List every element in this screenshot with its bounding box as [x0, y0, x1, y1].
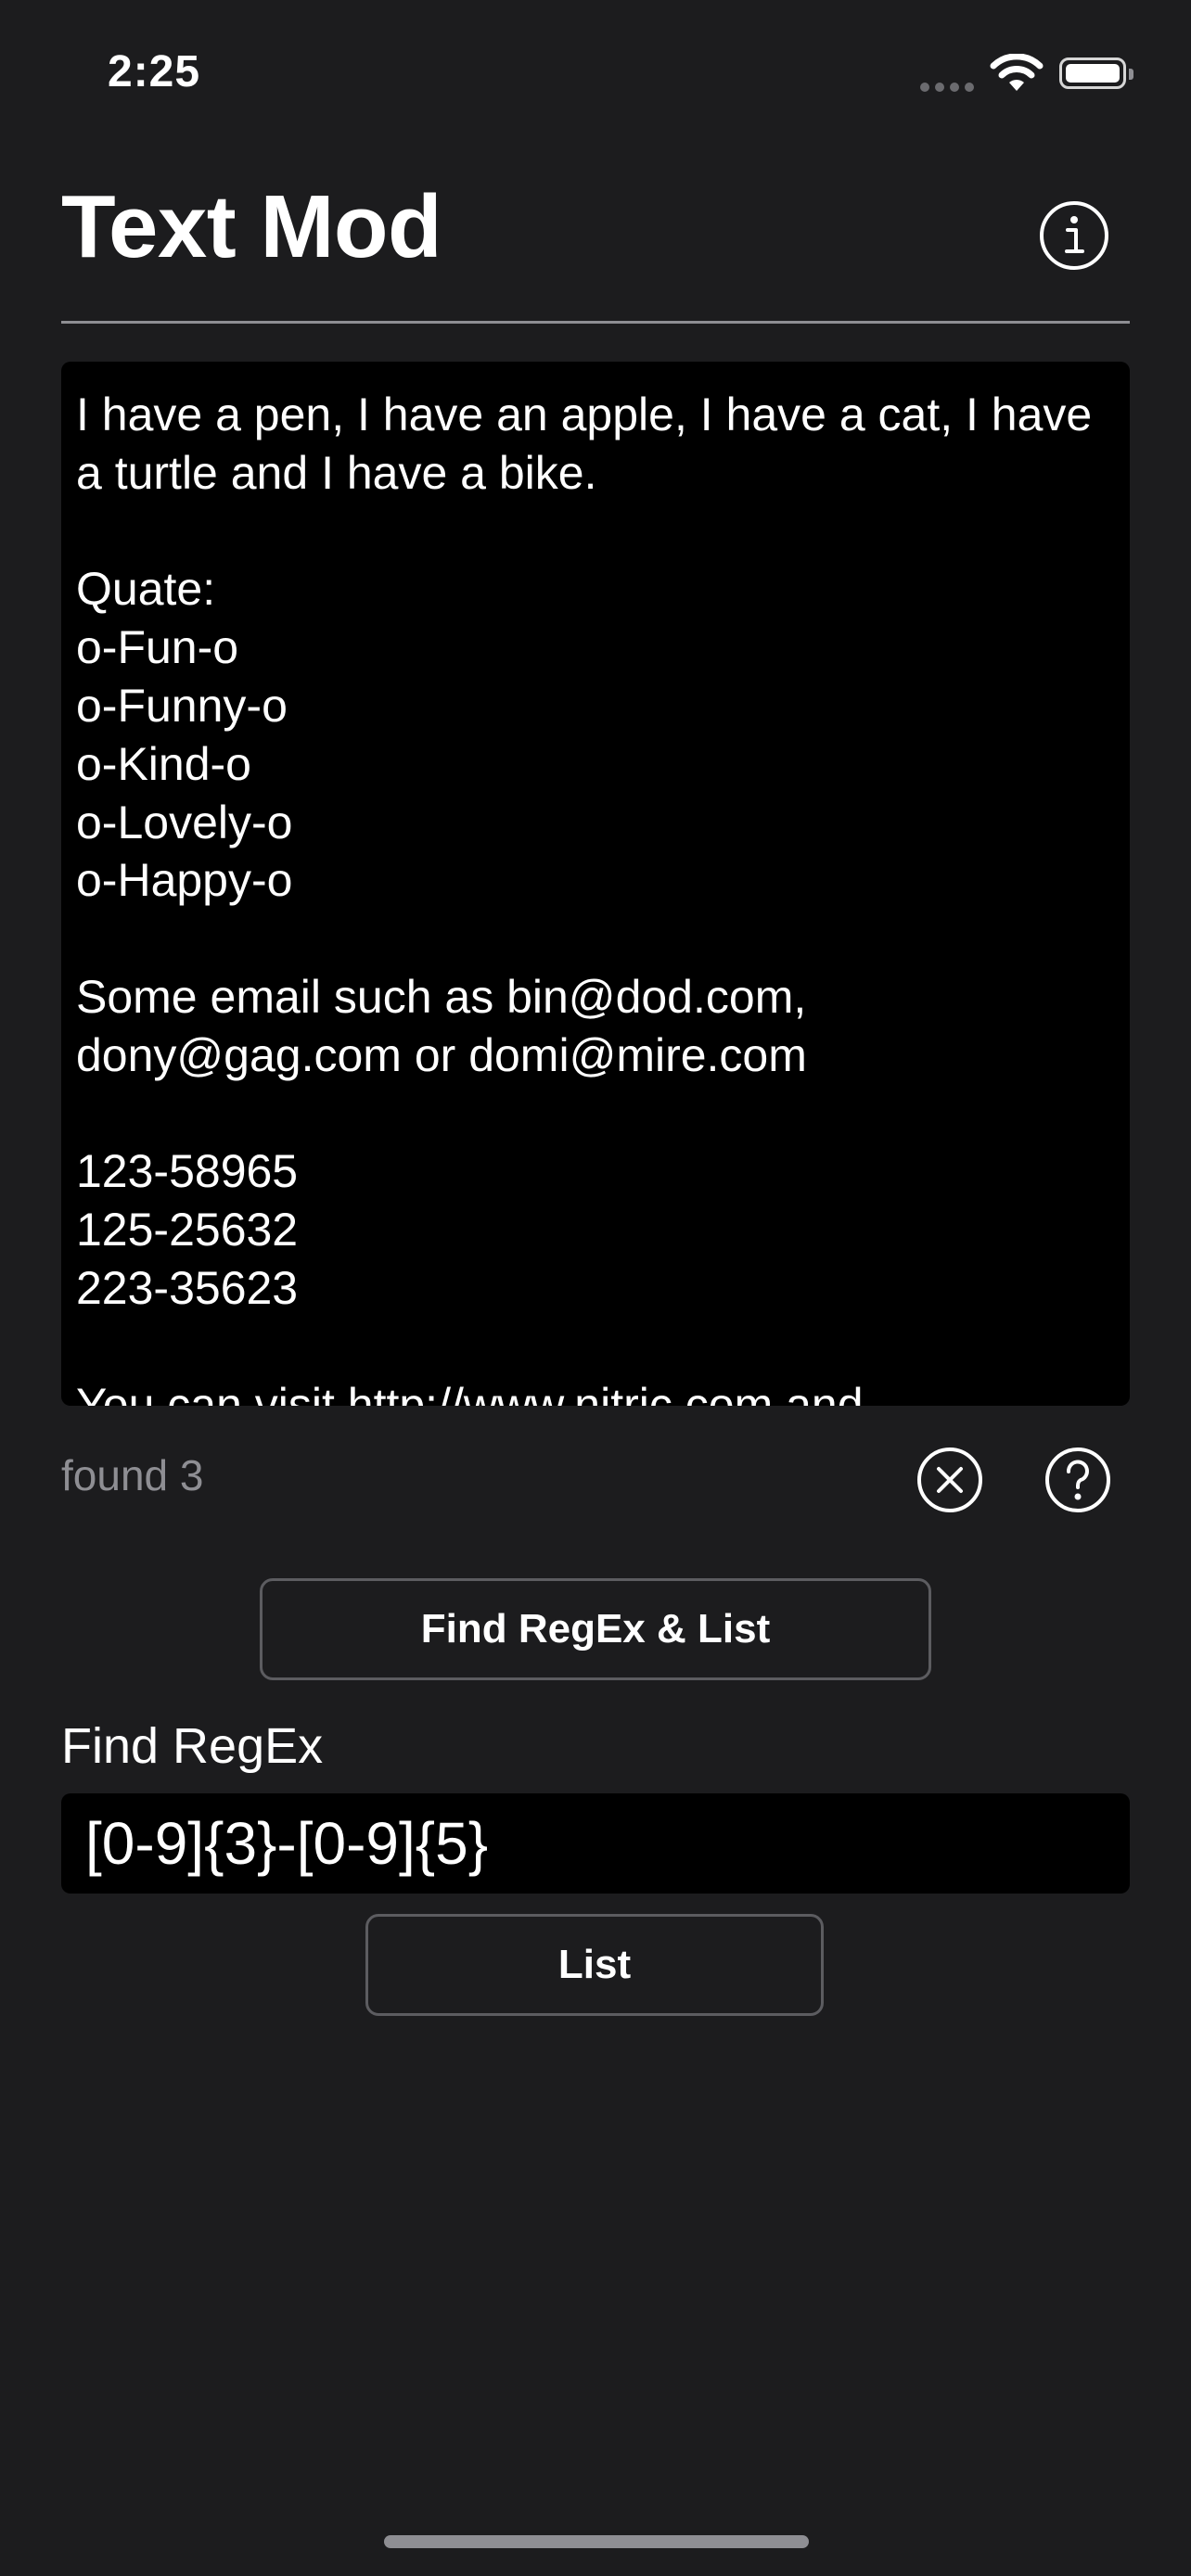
signal-dots-icon	[920, 80, 980, 96]
home-indicator[interactable]	[384, 2535, 809, 2548]
text-editor[interactable]: I have a pen, I have an apple, I have a …	[61, 362, 1130, 1406]
editor-text[interactable]: I have a pen, I have an apple, I have a …	[76, 386, 1115, 1406]
battery-icon	[1059, 57, 1133, 89]
page-title: Text Mod	[61, 177, 442, 276]
clear-circle-icon[interactable]	[915, 1445, 985, 1515]
info-circle-icon[interactable]	[1037, 198, 1111, 273]
find-regex-list-button[interactable]: Find RegEx & List	[260, 1578, 931, 1680]
wifi-icon	[990, 54, 1044, 91]
list-button[interactable]: List	[365, 1914, 824, 2016]
found-count-label: found 3	[61, 1451, 204, 1499]
find-regex-label: Find RegEx	[61, 1718, 324, 1774]
header-divider	[61, 321, 1130, 324]
regex-input[interactable]: [0-9]{3}-[0-9]{5}	[61, 1793, 1130, 1894]
help-circle-icon[interactable]	[1043, 1445, 1113, 1515]
status-time: 2:25	[108, 47, 201, 96]
